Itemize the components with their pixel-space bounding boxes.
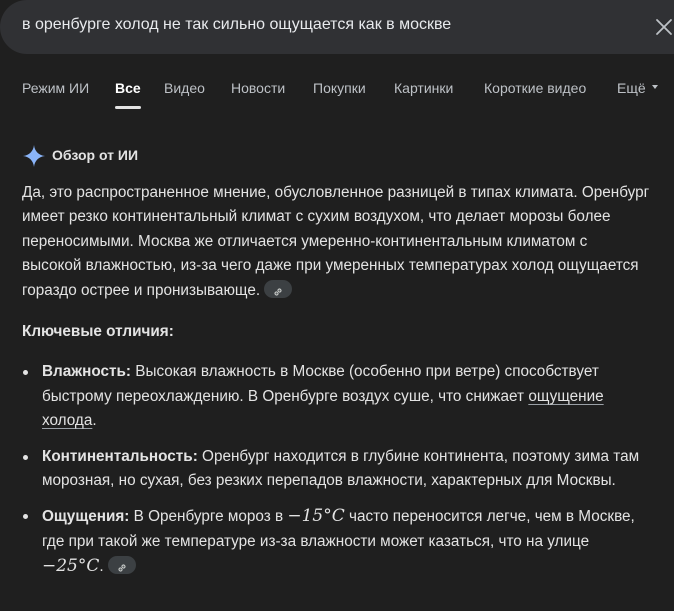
tab-news[interactable]: Новости (231, 80, 285, 96)
ai-overview-content: Да, это распространенное мнение, обуслов… (22, 181, 654, 591)
active-tab-indicator (115, 106, 141, 109)
ai-overview-title: Обзор от ИИ (52, 147, 139, 163)
link-icon (274, 287, 282, 296)
tab-more[interactable]: Ещё (617, 80, 658, 96)
search-tabs: Режим ИИ Все Видео Новости Покупки Карти… (0, 80, 674, 109)
bullet-term: Влажность: (42, 363, 131, 381)
bullet-text-end: . (99, 558, 104, 576)
temperature-value: −25°C (42, 556, 100, 577)
bullet-dot (23, 514, 28, 520)
caret-down-icon (651, 85, 658, 90)
tab-more-label: Ещё (617, 80, 646, 96)
list-item: Ощущения: В Оренбурге мороз в −15°C част… (22, 504, 654, 579)
intro-paragraph: Да, это распространенное мнение, обуслов… (22, 181, 650, 303)
bullet-text: В Оренбурге мороз в (129, 508, 288, 526)
list-item: Влажность: Высокая влажность в Москве (о… (22, 360, 654, 433)
section-title: Ключевые отличия: (22, 323, 174, 341)
bullet-term: Континентальность: (42, 447, 198, 465)
source-link-button[interactable] (264, 279, 293, 298)
key-differences-list: Влажность: Высокая влажность в Москве (о… (22, 360, 654, 579)
link-icon (118, 564, 126, 572)
tab-images[interactable]: Картинки (394, 80, 453, 96)
bullet-text-end: . (92, 412, 97, 430)
search-bar[interactable]: в оренбурге холод не так сильно ощущаетс… (0, 0, 674, 54)
temperature-value: −15°C (287, 506, 345, 527)
intro-text: Да, это распространенное мнение, обуслов… (22, 184, 650, 299)
list-item: Континентальность: Оренбург находится в … (22, 445, 654, 494)
bullet-dot (23, 454, 28, 460)
tab-short-videos[interactable]: Короткие видео (484, 80, 586, 96)
tab-shopping[interactable]: Покупки (313, 80, 366, 96)
sparkle-icon (23, 145, 45, 167)
tab-videos[interactable]: Видео (164, 80, 205, 96)
search-input[interactable]: в оренбурге холод не так сильно ощущаетс… (22, 16, 451, 34)
tab-all[interactable]: Все (115, 80, 141, 96)
bullet-dot (23, 370, 28, 376)
bullet-term: Ощущения: (42, 508, 130, 526)
close-icon[interactable] (652, 15, 674, 39)
tab-ai-mode[interactable]: Режим ИИ (22, 80, 89, 96)
source-link-button[interactable] (107, 556, 136, 575)
